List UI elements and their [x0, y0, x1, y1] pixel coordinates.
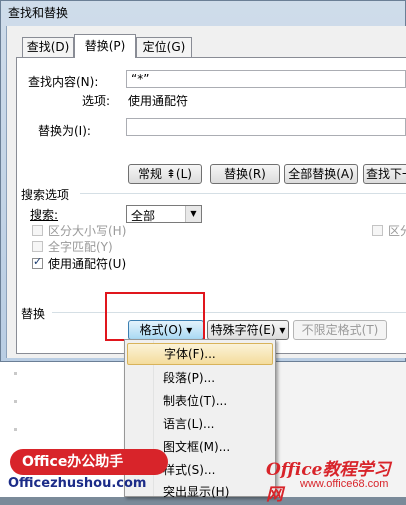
- special-button[interactable]: 特殊字符(E) ▾: [207, 320, 289, 340]
- tab-replace[interactable]: 替换(P): [74, 34, 136, 58]
- bullet-dot: [14, 372, 17, 375]
- no-formatting-button[interactable]: 不限定格式(T): [293, 320, 387, 340]
- replace-button[interactable]: 替换(R): [210, 164, 280, 184]
- find-input-value: “*”: [131, 72, 150, 86]
- replace-label: 替换为(I):: [38, 124, 91, 138]
- search-direction-value: 全部: [131, 209, 156, 223]
- dialog-title: 查找和替换: [8, 6, 69, 20]
- replace-section-header: 替换: [21, 307, 46, 321]
- search-options-divider: [80, 193, 406, 194]
- use-wildcards-label: 使用通配符(U): [48, 257, 127, 271]
- use-wildcards-checkbox[interactable]: ✓: [32, 255, 43, 269]
- less-button[interactable]: 常规 ⇞(L): [128, 164, 202, 184]
- right-clipped-label: 区分: [388, 224, 406, 238]
- highlight-frame: [105, 292, 205, 341]
- tab-goto[interactable]: 定位(G): [136, 37, 192, 57]
- tab-find[interactable]: 查找(D): [22, 37, 74, 57]
- chevron-down-icon: ▼: [185, 206, 201, 222]
- whole-word-checkbox[interactable]: [32, 241, 43, 252]
- find-input[interactable]: “*”: [126, 70, 406, 88]
- match-case-checkbox[interactable]: [32, 225, 43, 236]
- bullet-dot: [14, 428, 17, 431]
- options-label: 选项:: [82, 94, 111, 108]
- match-case-label: 区分大小写(H): [48, 224, 127, 238]
- replace-panel: [16, 57, 406, 354]
- find-next-button[interactable]: 查找下一处(F): [363, 164, 406, 184]
- menu-item-font[interactable]: 字体(F)...: [127, 343, 273, 365]
- menu-item-tabs[interactable]: 制表位(T)...: [127, 390, 273, 412]
- whole-word-label: 全字匹配(Y): [48, 240, 113, 254]
- search-direction-label: 搜索:: [30, 208, 59, 222]
- menu-item-highlight[interactable]: 突出显示(H): [127, 481, 273, 503]
- watermark-left-url: Officezhushou.com: [8, 476, 147, 491]
- menu-item-language[interactable]: 语言(L)...: [127, 413, 273, 435]
- replace-all-button[interactable]: 全部替换(A): [284, 164, 358, 184]
- find-label: 查找内容(N):: [28, 75, 99, 89]
- watermark-left-brand: Office办公助手: [10, 449, 168, 475]
- replace-input[interactable]: [126, 118, 406, 136]
- bullet-dot: [14, 400, 17, 403]
- options-value: 使用通配符: [128, 94, 189, 108]
- menu-item-paragraph[interactable]: 段落(P)...: [127, 367, 273, 389]
- watermark-right-url: www.office68.com: [300, 478, 389, 490]
- search-options-header: 搜索选项: [21, 188, 70, 202]
- checkmark-icon: ✓: [33, 255, 43, 268]
- right-clipped-checkbox[interactable]: [372, 225, 383, 236]
- search-direction-select[interactable]: 全部 ▼: [126, 205, 202, 223]
